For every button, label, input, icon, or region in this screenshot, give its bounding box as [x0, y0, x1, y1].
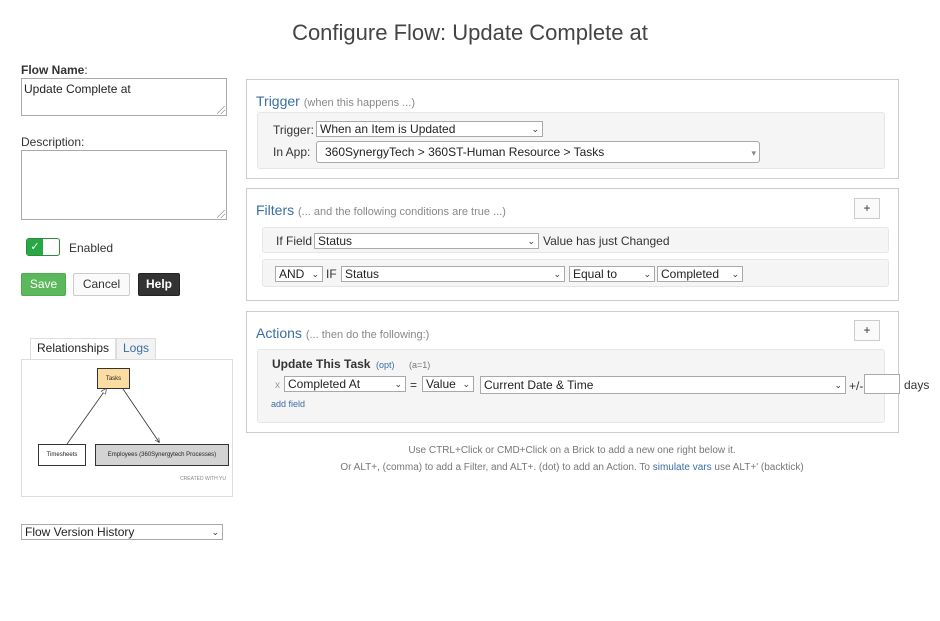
condition-value-select[interactable]: Completed ⌄	[657, 266, 743, 282]
tab-logs[interactable]: Logs	[116, 338, 157, 359]
app-select[interactable]: 360SynergyTech > 360ST-Human Resource > …	[316, 141, 760, 163]
filter-row-condition[interactable]: AND ⌄ IF Status ⌄ Equal to ⌄ Completed ⌄	[262, 259, 889, 287]
app-value: 360SynergyTech > 360ST-Human Resource > …	[325, 145, 605, 159]
tab-relationships[interactable]: Relationships	[30, 338, 117, 359]
changed-text: Value has just Changed	[543, 234, 670, 248]
flow-name-label: Flow Name:	[21, 63, 88, 77]
chevron-down-icon: ⌄	[531, 124, 539, 134]
diagram-watermark: CREATED WITH YU	[180, 476, 226, 482]
chevron-down-icon: ⌄	[553, 269, 561, 279]
condition-field-select[interactable]: Status ⌄	[341, 266, 565, 282]
trigger-select[interactable]: When an Item is Updated ⌄	[316, 121, 543, 137]
simulate-vars-link[interactable]: simulate vars	[653, 462, 712, 473]
action-field-select[interactable]: Completed At ⌄	[284, 376, 406, 392]
chevron-down-icon: ⌄	[311, 269, 319, 279]
offset-days-input[interactable]	[864, 374, 900, 394]
remove-field-icon[interactable]: x	[275, 380, 280, 391]
diagram-node-tasks[interactable]: Tasks	[97, 368, 130, 389]
actions-panel: Actions (... then do the following:) + U…	[246, 311, 899, 433]
chevron-down-icon: ⌄	[527, 236, 535, 246]
trigger-title: Trigger (when this happens ...)	[256, 93, 416, 109]
save-button[interactable]: Save	[21, 273, 66, 296]
action-value: Current Date & Time	[484, 378, 594, 392]
app-label: In App:	[273, 145, 311, 159]
opt-link[interactable]: (opt)	[376, 360, 395, 370]
chevron-down-icon: ⌄	[394, 379, 402, 389]
filter-field-select[interactable]: Status ⌄	[314, 233, 539, 249]
plus-minus-label: +/-	[849, 379, 864, 393]
chevron-down-icon: ⌄	[643, 269, 651, 279]
chevron-down-icon: ⌄	[731, 269, 739, 279]
chevron-down-icon: ⌄	[211, 527, 219, 537]
action-value-select[interactable]: Current Date & Time ⌄	[480, 376, 846, 394]
description-label: Description:	[21, 135, 85, 149]
add-action-button[interactable]: +	[854, 320, 880, 341]
chevron-down-icon: ⌄	[462, 379, 470, 389]
add-field-link[interactable]: add field	[271, 399, 305, 409]
operator-select[interactable]: Equal to ⌄	[569, 266, 655, 282]
equals-sign: =	[410, 378, 418, 392]
condition-value: Completed	[661, 267, 720, 281]
trigger-value: When an Item is Updated	[320, 122, 456, 136]
filters-panel: Filters (... and the following condition…	[246, 188, 899, 301]
value-mode-select[interactable]: Value ⌄	[422, 376, 474, 392]
action-field-value: Completed At	[288, 377, 361, 391]
days-label: days	[904, 378, 930, 392]
page-title: Configure Flow: Update Complete at	[292, 20, 648, 45]
update-task-title: Update This Task	[272, 357, 371, 371]
hint-line-2: Or ALT+, (comma) to add a Filter, and AL…	[340, 462, 804, 473]
relationships-diagram: Tasks Timesheets Employees (360Synergyte…	[21, 359, 233, 497]
description-input[interactable]	[21, 150, 227, 220]
flow-name-input[interactable]: Update Complete at	[21, 78, 227, 116]
enabled-label: Enabled	[69, 241, 114, 255]
conjunction-select[interactable]: AND ⌄	[275, 266, 323, 282]
resize-handle-icon[interactable]	[217, 106, 225, 114]
filter-row-changed[interactable]: If Field Status ⌄ Value has just Changed	[262, 227, 889, 253]
if-label: IF	[326, 267, 337, 281]
if-field-label: If Field	[276, 234, 313, 248]
diagram-node-timesheets[interactable]: Timesheets	[38, 444, 86, 466]
filters-title: Filters (... and the following condition…	[256, 202, 506, 218]
cancel-button[interactable]: Cancel	[73, 273, 130, 296]
enabled-toggle[interactable]: ✓	[26, 238, 60, 256]
action-count: (a=1)	[409, 360, 431, 370]
chevron-down-icon: ⌄	[834, 380, 842, 390]
trigger-panel: Trigger (when this happens ...) Trigger:…	[246, 79, 899, 179]
condition-field-value: Status	[345, 267, 380, 281]
update-task-brick[interactable]: Update This Task (opt) (a=1) x Completed…	[257, 349, 885, 423]
conjunction-value: AND	[279, 267, 305, 281]
flow-version-history-select[interactable]: Flow Version History ⌄	[21, 524, 223, 540]
trigger-label: Trigger:	[273, 123, 314, 137]
help-button[interactable]: Help	[138, 273, 180, 296]
add-filter-button[interactable]: +	[854, 198, 880, 219]
operator-value: Equal to	[573, 267, 618, 281]
triangle-down-icon: ▾	[751, 148, 756, 158]
trigger-brick[interactable]: Trigger: When an Item is Updated ⌄ In Ap…	[257, 112, 885, 169]
actions-title: Actions (... then do the following:)	[256, 325, 430, 341]
checkmark-icon: ✓	[27, 239, 43, 255]
hint-line-1: Use CTRL+Click or CMD+Click on a Brick t…	[408, 445, 736, 456]
resize-handle-icon[interactable]	[217, 210, 225, 218]
diagram-node-employees[interactable]: Employees (360Synergytech Processes)	[95, 444, 229, 466]
flow-name-value: Update Complete at	[24, 82, 131, 96]
value-mode-value: Value	[426, 377, 456, 391]
flow-version-history-value: Flow Version History	[25, 525, 135, 539]
filter-field-value: Status	[318, 234, 353, 248]
